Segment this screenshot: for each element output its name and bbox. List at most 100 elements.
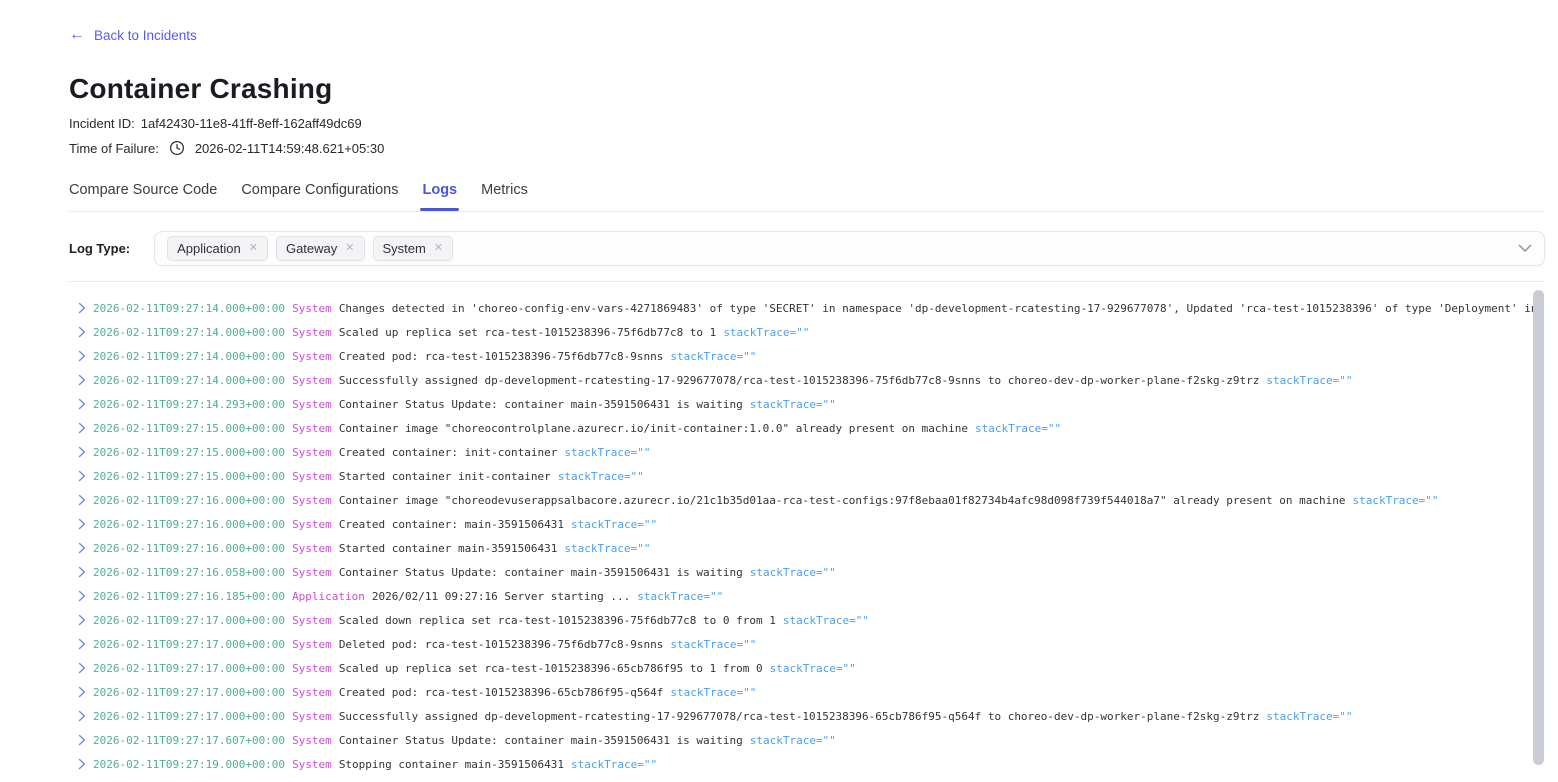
clock-icon <box>169 140 185 156</box>
log-message: Container Status Update: container main-… <box>339 398 743 411</box>
log-row[interactable]: 2026-02-11T09:27:14.000+00:00SystemCreat… <box>69 344 1545 368</box>
log-message: Container image "choreodevuserappsalbaco… <box>339 494 1346 507</box>
log-row[interactable]: 2026-02-11T09:27:19.000+00:00SystemStopp… <box>69 752 1545 776</box>
chevron-right-icon[interactable] <box>78 374 86 386</box>
chevron-right-icon[interactable] <box>78 350 86 362</box>
log-row[interactable]: 2026-02-11T09:27:16.000+00:00 System Conta… <box>69 488 1545 512</box>
log-type: System <box>292 518 332 531</box>
log-type: System <box>292 494 332 507</box>
chip-remove-icon[interactable]: ✕ <box>345 243 354 254</box>
chevron-right-icon[interactable] <box>78 302 86 314</box>
log-row[interactable]: 2026-02-11T09:27:14.000+00:00SystemScale… <box>69 320 1545 344</box>
log-row[interactable]: 2026-02-11T09:27:17.607+00:00SystemConta… <box>69 728 1545 752</box>
chevron-right-icon[interactable] <box>78 446 86 458</box>
log-stacktrace: stackTrace="" <box>564 446 650 459</box>
tab-compare-source-code[interactable]: Compare Source Code <box>69 182 217 211</box>
log-stacktrace: stackTrace="" <box>571 518 657 531</box>
log-list: 2026-02-11T09:27:14.000+00:00 System Chang… <box>69 282 1545 776</box>
chip-remove-icon[interactable]: ✕ <box>434 243 443 254</box>
log-stacktrace: stackTrace="" <box>750 398 836 411</box>
chevron-right-icon[interactable] <box>78 566 86 578</box>
log-message: Started container init-container <box>339 470 551 483</box>
log-timestamp: 2026-02-11T09:27:14.293+00:00 <box>93 398 285 411</box>
log-row[interactable]: 2026-02-11T09:27:16.058+00:00SystemConta… <box>69 560 1545 584</box>
time-of-failure-label: Time of Failure: <box>69 141 159 156</box>
log-type: System <box>292 398 332 411</box>
log-message: Container Status Update: container main-… <box>339 734 743 747</box>
log-stacktrace: stackTrace="" <box>571 758 657 771</box>
log-type: System <box>292 566 332 579</box>
log-row[interactable]: 2026-02-11T09:27:16.000+00:00SystemCreat… <box>69 512 1545 536</box>
chevron-right-icon[interactable] <box>78 326 86 338</box>
back-link-label: Back to Incidents <box>94 28 197 43</box>
log-message: Changes detected in 'choreo-config-env-v… <box>339 302 1538 315</box>
log-row[interactable]: 2026-02-11T09:27:16.000+00:00SystemStart… <box>69 536 1545 560</box>
log-type-chip-system[interactable]: System✕ <box>373 236 454 261</box>
chevron-right-icon[interactable] <box>78 422 86 434</box>
log-message: Scaled up replica set rca-test-101523839… <box>339 326 717 339</box>
back-link[interactable]: ← Back to Incidents <box>69 27 197 43</box>
log-timestamp: 2026-02-11T09:27:14.000+00:00 <box>93 326 285 339</box>
incident-id-value: 1af42430-11e8-41ff-8eff-162aff49dc69 <box>141 116 362 131</box>
log-timestamp: 2026-02-11T09:27:15.000+00:00 <box>93 446 285 459</box>
chevron-down-icon[interactable] <box>1518 244 1532 253</box>
chevron-right-icon[interactable] <box>78 470 86 482</box>
log-message: Successfully assigned dp-development-rca… <box>339 710 1260 723</box>
log-stacktrace: stackTrace="" <box>558 470 644 483</box>
chevron-right-icon[interactable] <box>78 398 86 410</box>
incident-id-label: Incident ID: <box>69 116 135 131</box>
log-row[interactable]: 2026-02-11T09:27:15.000+00:00 System Creat… <box>69 440 1545 464</box>
log-viewer: 2026-02-11T09:27:14.000+00:00 System Chang… <box>69 281 1545 782</box>
log-message: Created container: init-container <box>339 446 558 459</box>
log-timestamp: 2026-02-11T09:27:14.000+00:00 <box>93 350 285 363</box>
log-message: Stopping container main-3591506431 <box>339 758 564 771</box>
vertical-scrollbar[interactable] <box>1533 290 1544 765</box>
tab-logs[interactable]: Logs <box>422 182 457 211</box>
log-message: Container image "choreocontrolplane.azur… <box>339 422 968 435</box>
chevron-right-icon[interactable] <box>78 662 86 674</box>
chevron-right-icon[interactable] <box>78 758 86 770</box>
chip-remove-icon[interactable]: ✕ <box>249 243 258 254</box>
log-stacktrace: stackTrace="" <box>670 350 756 363</box>
chevron-right-icon[interactable] <box>78 518 86 530</box>
chevron-right-icon[interactable] <box>78 542 86 554</box>
tab-compare-configurations[interactable]: Compare Configurations <box>241 182 398 211</box>
log-row[interactable]: 2026-02-11T09:27:15.000+00:00SystemStart… <box>69 464 1545 488</box>
log-type: System <box>292 686 332 699</box>
log-row[interactable]: 2026-02-11T09:27:14.293+00:00 System Conta… <box>69 392 1545 416</box>
log-type-multiselect[interactable]: Application✕ Gateway✕ System✕ <box>154 231 1545 266</box>
log-type-chip-gateway[interactable]: Gateway✕ <box>276 236 365 261</box>
log-type: System <box>292 710 332 723</box>
chevron-right-icon[interactable] <box>78 638 86 650</box>
tab-metrics[interactable]: Metrics <box>481 182 528 211</box>
log-row[interactable]: 2026-02-11T09:27:15.000+00:00SystemConta… <box>69 416 1545 440</box>
log-timestamp: 2026-02-11T09:27:16.000+00:00 <box>93 518 285 531</box>
chevron-right-icon[interactable] <box>78 734 86 746</box>
chevron-right-icon[interactable] <box>78 614 86 626</box>
log-row[interactable]: 2026-02-11T09:27:17.000+00:00SystemScale… <box>69 656 1545 680</box>
chevron-right-icon[interactable] <box>78 590 86 602</box>
log-row[interactable]: 2026-02-11T09:27:16.185+00:00Application… <box>69 584 1545 608</box>
chevron-right-icon[interactable] <box>78 686 86 698</box>
log-type: Application <box>292 590 365 603</box>
log-row[interactable]: 2026-02-11T09:27:17.000+00:00SystemSucce… <box>69 704 1545 728</box>
incident-id-line: Incident ID: 1af42430-11e8-41ff-8eff-162… <box>69 116 1545 131</box>
log-row[interactable]: 2026-02-11T09:27:17.000+00:00SystemDelet… <box>69 632 1545 656</box>
log-row[interactable]: 2026-02-11T09:27:17.000+00:00SystemCreat… <box>69 680 1545 704</box>
log-timestamp: 2026-02-11T09:27:17.000+00:00 <box>93 662 285 675</box>
log-timestamp: 2026-02-11T09:27:14.000+00:00 <box>93 374 285 387</box>
time-of-failure-line: Time of Failure: 2026-02-11T14:59:48.621… <box>69 140 1545 156</box>
log-stacktrace: stackTrace="" <box>1352 494 1438 507</box>
log-stacktrace: stackTrace="" <box>1266 710 1352 723</box>
log-filter-row: Log Type: Application✕Gateway✕System✕ <box>69 231 1545 266</box>
log-type: System <box>292 446 332 459</box>
log-type-chip-application[interactable]: Application✕ <box>167 236 268 261</box>
log-timestamp: 2026-02-11T09:27:16.000+00:00 <box>93 494 285 507</box>
log-message: Scaled up replica set rca-test-101523839… <box>339 662 763 675</box>
chevron-right-icon[interactable] <box>78 494 86 506</box>
chevron-right-icon[interactable] <box>78 710 86 722</box>
log-row[interactable]: 2026-02-11T09:27:14.000+00:00SystemSucce… <box>69 368 1545 392</box>
log-row[interactable]: 2026-02-11T09:27:14.000+00:00SystemChang… <box>69 296 1545 320</box>
log-timestamp: 2026-02-11T09:27:14.000+00:00 <box>93 302 285 315</box>
log-row[interactable]: 2026-02-11T09:27:17.000+00:00SystemScale… <box>69 608 1545 632</box>
